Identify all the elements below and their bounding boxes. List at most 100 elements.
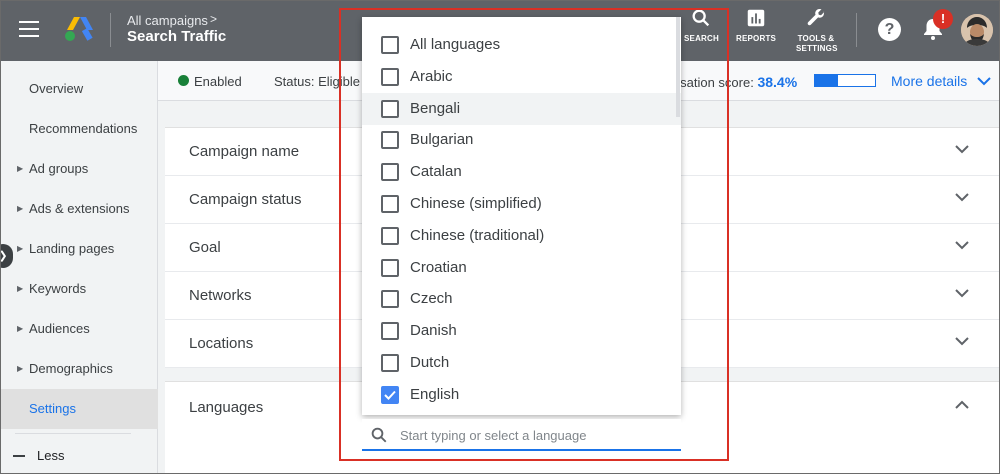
caret-right-icon: ▶ (17, 164, 24, 173)
setting-row-label: Networks (189, 287, 252, 304)
language-option[interactable]: Bengali (362, 92, 681, 125)
wrench-icon (807, 8, 825, 26)
checkbox-icon[interactable] (381, 258, 399, 277)
language-option[interactable]: Catalan (362, 156, 681, 188)
optimisation-label: nisation score: (670, 75, 754, 90)
language-option-label: Czech (410, 290, 453, 308)
caret-right-icon: ▶ (17, 324, 24, 333)
checkbox-icon[interactable] (381, 131, 399, 150)
language-option[interactable]: English (362, 379, 681, 411)
checkbox-icon[interactable] (381, 322, 399, 341)
chevron-up-icon[interactable] (955, 400, 969, 410)
optimisation-score-value: 38.4% (757, 74, 798, 90)
checkbox-icon[interactable] (381, 290, 399, 309)
sidebar: Overview Recommendations ▶ Ad groups ▶ Ads… (1, 61, 158, 473)
sidebar-item-demographics[interactable]: ▶ Demographics (1, 349, 158, 389)
caret-right-icon: ▶ (17, 364, 24, 373)
breadcrumb-parent[interactable]: All campaigns (127, 13, 208, 28)
sidebar-item-overview[interactable]: Overview (1, 69, 158, 109)
language-option-label: Bulgarian (410, 131, 474, 149)
setting-row-label: Goal (189, 239, 221, 256)
breadcrumb-chevron-icon: > (210, 12, 218, 26)
campaign-title[interactable]: Search Traffic (127, 28, 226, 45)
checkbox-checked-icon[interactable] (381, 385, 399, 404)
language-option[interactable]: Danish (362, 315, 681, 347)
language-option[interactable]: Arabic (362, 61, 681, 93)
sidebar-item-label: Landing pages (29, 241, 115, 256)
language-option[interactable]: Chinese (traditional) (362, 220, 681, 252)
more-details-label: More details (891, 73, 968, 89)
language-option-label: Catalan (410, 163, 462, 181)
checkbox-icon[interactable] (381, 36, 399, 54)
chevron-down-icon (955, 337, 969, 346)
checkbox-icon[interactable] (381, 163, 399, 182)
sidebar-item-recommendations[interactable]: Recommendations (1, 109, 158, 149)
sidebar-item-label: Overview (29, 81, 84, 96)
minus-icon (13, 455, 25, 457)
language-option[interactable]: Bulgarian (362, 124, 681, 156)
sidebar-item-ad-groups[interactable]: ▶ Ad groups (1, 149, 158, 189)
sidebar-item-settings[interactable]: Settings (1, 389, 158, 429)
language-option-label: Bengali (410, 99, 461, 117)
language-search-input[interactable] (400, 425, 670, 445)
enabled-status[interactable]: Enabled (194, 74, 242, 89)
setting-row-label: Campaign name (189, 143, 300, 160)
enabled-status-dot-icon (178, 75, 189, 86)
checkbox-icon[interactable] (381, 99, 399, 118)
language-option-label: Danish (410, 322, 457, 340)
language-option[interactable]: All languages (362, 29, 681, 61)
optimisation-score-fill (815, 75, 839, 86)
language-option[interactable]: Czech (362, 283, 681, 315)
sidebar-item-label: Recommendations (29, 121, 138, 136)
checkbox-icon[interactable] (381, 354, 399, 372)
language-dropdown: All languages Arabic Bengali Bulgarian Catal… (362, 17, 681, 415)
search-icon (371, 427, 387, 443)
reports-label: REPORTS (736, 34, 777, 43)
chevron-down-icon (955, 145, 969, 154)
dropdown-scrollbar[interactable] (676, 17, 680, 117)
help-icon[interactable]: ? (878, 18, 901, 41)
sidebar-item-ads-extensions[interactable]: ▶ Ads & extensions (1, 189, 158, 229)
reports-button[interactable]: REPORTS (736, 7, 776, 44)
notification-badge: ! (933, 9, 953, 29)
language-option-label: Chinese (traditional) (410, 226, 545, 244)
setting-row-label: Campaign status (189, 191, 302, 208)
sidebar-item-landing-pages[interactable]: ▶ Landing pages (1, 229, 158, 269)
sidebar-item-label: Keywords (29, 281, 87, 296)
eligibility-status: Status: Eligible (274, 74, 360, 89)
google-ads-logo (65, 17, 93, 41)
language-option[interactable]: Chinese (simplified) (362, 188, 681, 220)
reports-icon (747, 9, 765, 27)
divider (110, 13, 111, 47)
language-option-label: Chinese (simplified) (410, 195, 542, 212)
sidebar-item-label: Demographics (29, 361, 113, 376)
avatar[interactable] (961, 14, 993, 46)
optimisation-score[interactable]: nisation score: 38.4% (670, 74, 797, 90)
less-button[interactable]: Less (1, 441, 158, 471)
tools-settings-button[interactable]: TOOLS & SETTINGS (796, 7, 837, 54)
sidebar-item-label: Audiences (29, 321, 90, 336)
search-button[interactable]: SEARCH (684, 7, 719, 44)
caret-right-icon: ▶ (17, 284, 24, 293)
language-option[interactable]: Dutch (362, 347, 681, 379)
checkbox-icon[interactable] (381, 226, 399, 245)
menu-icon[interactable] (19, 21, 39, 37)
optimisation-score-bar (814, 74, 876, 87)
sidebar-item-audiences[interactable]: ▶ Audiences (1, 309, 158, 349)
sidebar-item-label: Ad groups (29, 161, 89, 176)
less-label: Less (37, 448, 65, 463)
more-details-link[interactable]: More details (891, 73, 991, 89)
sidebar-item-keywords[interactable]: ▶ Keywords (1, 269, 158, 309)
setting-row-label: Locations (189, 335, 254, 352)
language-option[interactable]: Croatian (362, 252, 681, 284)
chevron-down-icon (955, 289, 969, 298)
tools-label-1: TOOLS & (797, 34, 835, 43)
search-label: SEARCH (684, 34, 719, 43)
caret-right-icon: ▶ (17, 204, 24, 213)
checkbox-icon[interactable] (381, 67, 399, 86)
checkbox-icon[interactable] (381, 195, 399, 213)
user-photo-icon (961, 14, 993, 46)
sidebar-item-label: Ads & extensions (29, 201, 130, 216)
language-option-label: All languages (410, 36, 501, 53)
language-option-label: Arabic (410, 67, 453, 85)
